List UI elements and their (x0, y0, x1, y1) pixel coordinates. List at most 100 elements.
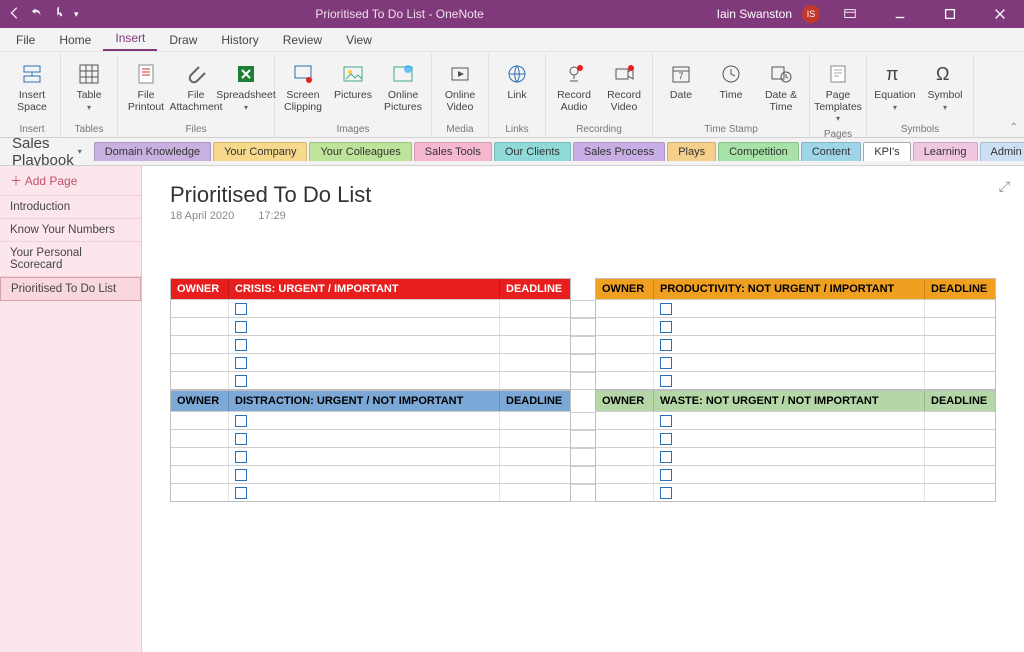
checkbox-icon[interactable] (235, 487, 247, 499)
undo-icon[interactable] (30, 6, 44, 23)
section-tab-our-clients[interactable]: Our Clients (494, 142, 571, 161)
table-row[interactable] (596, 483, 995, 501)
table-row[interactable] (596, 353, 995, 371)
collapse-ribbon-icon[interactable]: ⌃ (1010, 122, 1018, 133)
checkbox-icon[interactable] (235, 303, 247, 315)
section-tab-sales-tools[interactable]: Sales Tools (414, 142, 492, 161)
page-item[interactable]: Your Personal Scorecard (0, 242, 141, 277)
checkbox-icon[interactable] (235, 415, 247, 427)
ribbon-spreadsheet-button[interactable]: Spreadsheet▾ (222, 58, 270, 116)
checkbox-icon[interactable] (660, 321, 672, 333)
section-tab-your-company[interactable]: Your Company (213, 142, 307, 161)
section-tab-sales-process[interactable]: Sales Process (573, 142, 665, 161)
checkbox-icon[interactable] (235, 469, 247, 481)
ribbon-options-icon[interactable] (830, 0, 870, 28)
add-page-button[interactable]: ＋ Add Page (0, 166, 141, 196)
ribbon-symbol-button[interactable]: ΩSymbol▾ (921, 58, 969, 116)
menu-tab-file[interactable]: File (4, 29, 47, 51)
table-row[interactable] (171, 353, 570, 371)
ribbon-online-pictures-button[interactable]: OnlinePictures (379, 58, 427, 116)
table-row[interactable] (596, 465, 995, 483)
notebook-name[interactable]: Sales Playbook ▾ (12, 135, 88, 169)
ribbon-time-button[interactable]: Time (707, 58, 755, 116)
checkbox-icon[interactable] (660, 357, 672, 369)
ribbon-clipping-button[interactable]: ScreenClipping (279, 58, 327, 116)
qat-more-icon[interactable]: ▾ (74, 9, 79, 20)
user-name[interactable]: Iain Swanston (717, 7, 792, 21)
ribbon-equation-button[interactable]: πEquation▾ (871, 58, 919, 116)
nav-left-icon[interactable] (8, 6, 22, 23)
table-row[interactable] (171, 483, 570, 501)
checkbox-icon[interactable] (235, 339, 247, 351)
checkbox-icon[interactable] (660, 415, 672, 427)
ribbon-datetime-button[interactable]: Date &Time (757, 58, 805, 116)
checkbox-icon[interactable] (660, 339, 672, 351)
table-row[interactable] (596, 335, 995, 353)
page-item[interactable]: Know Your Numbers (0, 219, 141, 242)
table-row[interactable] (596, 429, 995, 447)
table-row[interactable] (171, 429, 570, 447)
menu-tab-view[interactable]: View (334, 29, 384, 51)
maximize-button[interactable] (930, 0, 970, 28)
section-tab-your-colleagues[interactable]: Your Colleagues (309, 142, 411, 161)
checkbox-icon[interactable] (235, 433, 247, 445)
checkbox-icon[interactable] (235, 451, 247, 463)
table-row[interactable] (171, 335, 570, 353)
checkbox-icon[interactable] (660, 303, 672, 315)
page-title[interactable]: Prioritised To Do List (170, 182, 996, 208)
table-row[interactable] (171, 299, 570, 317)
ribbon-pictures-button[interactable]: Pictures (329, 58, 377, 116)
section-tab-domain-knowledge[interactable]: Domain Knowledge (94, 142, 211, 161)
table-row[interactable] (171, 371, 570, 389)
ribbon-insert-space-button[interactable]: InsertSpace (8, 58, 56, 116)
checkbox-icon[interactable] (235, 375, 247, 387)
table-row[interactable] (596, 299, 995, 317)
minimize-button[interactable] (880, 0, 920, 28)
menu-tab-history[interactable]: History (209, 29, 270, 51)
checkbox-icon[interactable] (660, 375, 672, 387)
table-row[interactable] (596, 371, 995, 389)
table-row[interactable] (171, 317, 570, 335)
ribbon-date-button[interactable]: 7Date (657, 58, 705, 116)
table-row[interactable] (171, 411, 570, 429)
ribbon-templates-button[interactable]: PageTemplates▾ (814, 58, 862, 127)
close-button[interactable] (980, 0, 1020, 28)
ribbon-file-printout-button[interactable]: FilePrintout (122, 58, 170, 116)
section-tab-plays[interactable]: Plays (667, 142, 716, 161)
section-tab-learning[interactable]: Learning (913, 142, 978, 161)
checkbox-icon[interactable] (235, 357, 247, 369)
checkbox-icon[interactable] (235, 321, 247, 333)
ribbon-attachment-button[interactable]: FileAttachment (172, 58, 220, 116)
page-canvas[interactable]: ⤢ Prioritised To Do List 18 April 202017… (142, 166, 1024, 652)
ribbon-link-button[interactable]: Link (493, 58, 541, 116)
ribbon-rvideo-button[interactable]: RecordVideo (600, 58, 648, 116)
table-row[interactable] (596, 411, 995, 429)
expand-icon[interactable]: ⤢ (999, 178, 1010, 195)
menu-tab-review[interactable]: Review (271, 29, 334, 51)
menu-tab-home[interactable]: Home (47, 29, 103, 51)
section-tab-competition[interactable]: Competition (718, 142, 799, 161)
touch-mode-icon[interactable] (52, 6, 66, 23)
page-item[interactable]: Introduction (0, 196, 141, 219)
checkbox-icon[interactable] (660, 487, 672, 499)
section-tab-kpi-s[interactable]: KPI's (863, 142, 910, 161)
menu-tab-insert[interactable]: Insert (103, 27, 157, 51)
templates-icon (824, 60, 852, 88)
checkbox-icon[interactable] (660, 433, 672, 445)
audio-icon (560, 60, 588, 88)
table-row[interactable] (171, 447, 570, 465)
section-tab-admin[interactable]: Admin (980, 142, 1024, 161)
ribbon-video-button[interactable]: OnlineVideo (436, 58, 484, 116)
ribbon-audio-button[interactable]: RecordAudio (550, 58, 598, 116)
table-row[interactable] (596, 317, 995, 335)
user-avatar[interactable]: IS (802, 5, 820, 23)
page-item[interactable]: Prioritised To Do List (0, 277, 141, 301)
menu-tab-draw[interactable]: Draw (157, 29, 209, 51)
checkbox-icon[interactable] (660, 451, 672, 463)
ribbon-table-button[interactable]: Table▾ (65, 58, 113, 116)
table-row[interactable] (171, 465, 570, 483)
checkbox-icon[interactable] (660, 469, 672, 481)
section-tab-content[interactable]: Content (801, 142, 862, 161)
spreadsheet-icon (232, 60, 260, 88)
table-row[interactable] (596, 447, 995, 465)
